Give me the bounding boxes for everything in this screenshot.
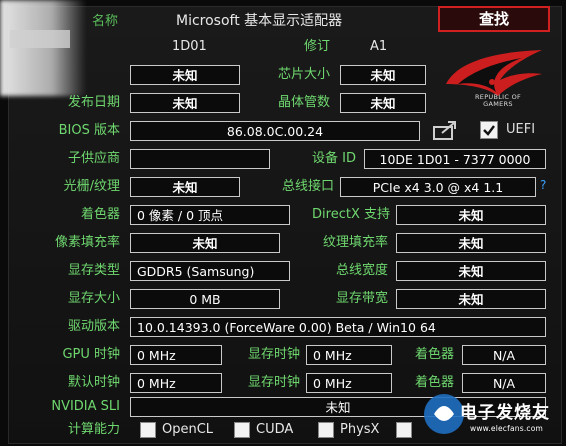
texture-fillrate-value: 未知 (396, 233, 546, 253)
bios-value: 86.08.0C.00.24 (130, 121, 420, 141)
gpu-name-value: Microsoft 基本显示适配器 (176, 13, 343, 29)
obscured-region (0, 0, 86, 96)
uefi-checkbox[interactable] (480, 121, 498, 139)
release-date-label: 发布日期 (67, 95, 120, 110)
driver-label: 驱动版本 (67, 319, 120, 334)
opencl-label: OpenCL (162, 422, 214, 437)
gpu-code-value: 1D01 (172, 39, 207, 54)
rops-label: 光栅/纹理 (63, 179, 120, 194)
logo-text: REPUBLIC OF GAMERS (474, 93, 522, 108)
bios-label: BIOS 版本 (58, 123, 120, 138)
physx-label: PhysX (340, 422, 380, 437)
check-icon (483, 125, 495, 136)
release-date-value: 未知 (130, 93, 240, 113)
default-clock-label: 默认时钟 (67, 375, 120, 390)
watermark-text: 电子发烧友 (460, 403, 550, 423)
driver-value: 10.0.14393.0 (ForceWare 0.00) Beta / Win… (130, 317, 546, 337)
device-id-value: 10DE 1D01 - 7377 0000 (364, 149, 546, 169)
cuda-checkbox[interactable] (234, 422, 250, 438)
bus-interface-value: PCIe x4 3.0 @ x4 1.1 (340, 177, 536, 197)
bus-interface-label: 总线接口 (281, 179, 334, 194)
memory-type-value: GDDR5 (Samsung) (130, 261, 290, 281)
shader-clock-label: 着色器 (414, 347, 454, 362)
memory-size-value: 0 MB (130, 289, 280, 309)
shader-clock-value: N/A (462, 345, 546, 365)
obscured-region-inner (10, 30, 70, 48)
pixel-fillrate-value: 未知 (130, 233, 280, 253)
gpu-clock-label: GPU 时钟 (62, 347, 120, 362)
find-button[interactable]: 查找 (438, 6, 550, 32)
name-label: 名称 (91, 14, 118, 29)
revision-value: A1 (370, 39, 388, 54)
memory-type-label: 显存类型 (67, 263, 120, 278)
subvendor-label: 子供应商 (67, 151, 120, 166)
chip-size-left-value: 未知 (130, 65, 240, 85)
bandwidth-value: 未知 (396, 289, 546, 309)
chip-size-value: 未知 (340, 65, 426, 85)
default-clock-value: 0 MHz (130, 373, 222, 393)
chip-size-label: 芯片大小 (277, 67, 330, 82)
bus-width-value: 未知 (396, 261, 546, 281)
directx-value: 未知 (396, 205, 546, 225)
watermark-url: www.elecfans.com (470, 424, 544, 433)
directx-label: DirectX 支持 (312, 207, 390, 222)
sli-label: NVIDIA SLI (51, 399, 120, 414)
uefi-label: UEFI (506, 122, 536, 137)
transistors-value: 未知 (340, 93, 426, 113)
gpu-clock-value: 0 MHz (130, 345, 222, 365)
rops-value: 未知 (130, 177, 240, 197)
cuda-label: CUDA (256, 422, 294, 437)
directcompute-checkbox[interactable] (396, 422, 412, 438)
computing-label: 计算能力 (67, 422, 120, 437)
mem-clock-value: 0 MHz (306, 345, 392, 365)
default-mem-clock-label: 显存时钟 (247, 375, 300, 390)
memory-size-label: 显存大小 (67, 291, 120, 306)
pixel-fillrate-label: 像素填充率 (54, 235, 120, 250)
texture-fillrate-label: 纹理填充率 (322, 235, 388, 250)
share-icon[interactable] (432, 119, 462, 141)
subvendor-value (130, 149, 270, 169)
opencl-checkbox[interactable] (140, 422, 156, 438)
shaders-value: 0 像素 / 0 顶点 (130, 205, 290, 225)
transistors-label: 晶体管数 (277, 95, 330, 110)
revision-label: 修订 (303, 39, 330, 54)
bus-width-label: 总线宽度 (335, 263, 388, 278)
bandwidth-label: 显存带宽 (335, 291, 388, 306)
bus-help-icon[interactable]: ? (540, 178, 546, 192)
mem-clock-label: 显存时钟 (247, 347, 300, 362)
default-mem-clock-value: 0 MHz (306, 373, 392, 393)
physx-checkbox[interactable] (318, 422, 334, 438)
shaders-label: 着色器 (80, 207, 120, 222)
device-id-label: 设备 ID (312, 151, 356, 166)
